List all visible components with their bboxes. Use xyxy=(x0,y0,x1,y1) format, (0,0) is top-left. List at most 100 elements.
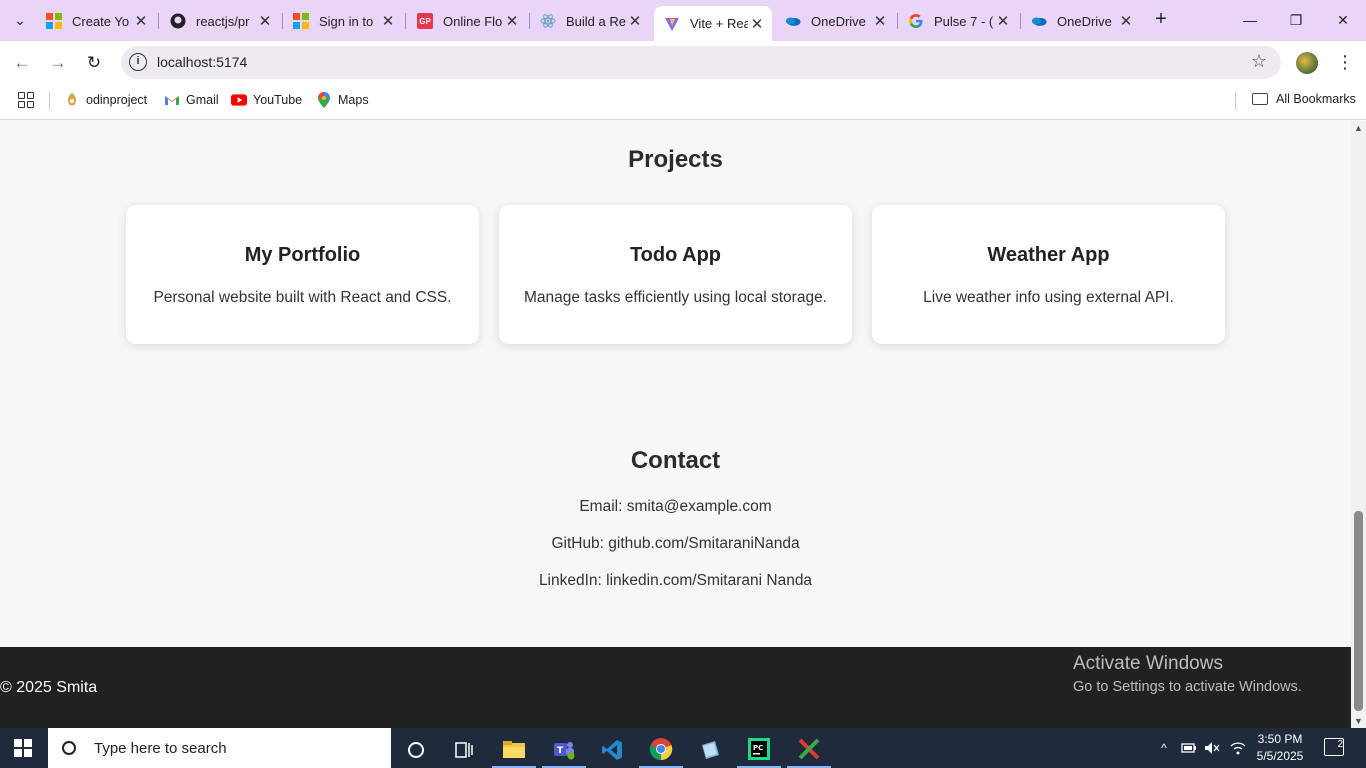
back-arrow-icon[interactable]: ← xyxy=(10,51,34,75)
tab-label: reactjs/pr xyxy=(196,13,250,29)
tab-onedrive-1[interactable]: OneDrive ✕ xyxy=(775,6,895,36)
scroll-up-arrow-icon[interactable]: ▲ xyxy=(1354,123,1363,133)
close-tab-icon[interactable]: ✕ xyxy=(132,12,150,30)
bookmark-youtube[interactable]: YouTube xyxy=(231,92,302,108)
bookmark-star-icon[interactable]: ☆ xyxy=(1251,51,1267,72)
minimize-icon[interactable]: — xyxy=(1227,8,1273,32)
scrollbar-thumb[interactable] xyxy=(1354,511,1363,711)
svg-text:T: T xyxy=(557,746,564,756)
close-tab-icon[interactable]: ✕ xyxy=(256,12,274,30)
xming-icon[interactable] xyxy=(787,732,831,768)
volume-muted-icon[interactable] xyxy=(1201,728,1223,768)
site-info-icon[interactable]: i xyxy=(129,53,147,71)
online-flowchart-icon: GP xyxy=(417,13,433,29)
restore-icon[interactable]: ❐ xyxy=(1273,8,1319,32)
microsoft-icon xyxy=(293,13,309,29)
page-scrollbar[interactable]: ▲ ▼ xyxy=(1351,121,1366,728)
notepad-icon[interactable] xyxy=(688,732,732,768)
scroll-down-arrow-icon[interactable]: ▼ xyxy=(1354,716,1363,726)
tab-label: Create Yo xyxy=(72,13,130,29)
windows-start-icon[interactable] xyxy=(14,739,32,757)
menu-kebab-icon[interactable]: ⋮ xyxy=(1336,51,1354,73)
tab-divider xyxy=(405,13,406,29)
apps-grid-icon[interactable] xyxy=(18,92,34,108)
project-card-weather: Weather App Live weather info using exte… xyxy=(872,205,1225,344)
gmail-icon xyxy=(164,92,180,108)
tab-label: OneDrive xyxy=(1057,13,1112,29)
notification-count: 2 xyxy=(1337,739,1343,750)
tab-label: Build a Re xyxy=(566,13,626,29)
contact-linkedin: LinkedIn: linkedin.com/Smitarani Nanda xyxy=(538,572,813,589)
show-hidden-icons-chevron-icon[interactable]: ^ xyxy=(1154,728,1174,768)
google-icon xyxy=(908,13,924,29)
contact-heading: Contact xyxy=(630,447,721,474)
profile-avatar[interactable] xyxy=(1296,52,1318,74)
close-tab-icon[interactable]: ✕ xyxy=(994,12,1012,30)
vscode-icon[interactable] xyxy=(590,732,634,768)
close-tab-icon[interactable]: ✕ xyxy=(871,12,889,30)
project-title: Todo App xyxy=(629,244,722,266)
onedrive-icon xyxy=(785,13,801,29)
url-text[interactable]: localhost:5174 xyxy=(157,54,247,70)
bookmark-maps[interactable]: Maps xyxy=(316,92,369,108)
project-card-todo: Todo App Manage tasks efficiently using … xyxy=(499,205,852,344)
project-description: Personal website built with React and CS… xyxy=(153,289,452,306)
all-bookmarks-label: All Bookmarks xyxy=(1276,92,1356,106)
close-window-icon[interactable]: ✕ xyxy=(1320,8,1366,32)
bookmarks-divider xyxy=(1235,92,1236,110)
reload-icon[interactable]: ↻ xyxy=(82,51,106,75)
wifi-icon[interactable] xyxy=(1226,728,1250,768)
cortana-circle-icon[interactable] xyxy=(394,732,438,768)
close-tab-icon[interactable]: ✕ xyxy=(1117,12,1135,30)
footer-copyright: © 2025 Smita xyxy=(0,679,98,696)
file-explorer-icon[interactable] xyxy=(492,732,536,768)
close-tab-icon[interactable]: ✕ xyxy=(503,12,521,30)
bookmark-gmail[interactable]: Gmail xyxy=(164,92,219,108)
tab-pulse[interactable]: Pulse 7 - ( ✕ xyxy=(898,6,1018,36)
tab-create[interactable]: Create Yo ✕ xyxy=(36,6,156,36)
tab-label: Online Flo xyxy=(443,13,503,29)
bookmarks-bar: odinproject Gmail YouTube Maps All Bookm… xyxy=(0,83,1366,120)
bookmark-label: odinproject xyxy=(86,93,148,107)
close-tab-icon[interactable]: ✕ xyxy=(379,12,397,30)
odin-icon xyxy=(64,92,80,108)
taskbar-clock[interactable]: 3:50 PM 5/5/2025 xyxy=(1250,731,1310,765)
tab-onedrive-2[interactable]: OneDrive ✕ xyxy=(1021,6,1141,36)
new-tab-plus-icon[interactable]: + xyxy=(1150,8,1172,30)
task-view-icon[interactable] xyxy=(442,732,486,768)
activate-windows-watermark: Activate Windows Go to Settings to activ… xyxy=(1073,653,1302,695)
tab-online-flowchart[interactable]: GP Online Flo ✕ xyxy=(407,6,527,36)
site-footer: © 2025 Smita Activate Windows Go to Sett… xyxy=(0,647,1351,728)
vite-icon xyxy=(664,16,680,32)
project-title: My Portfolio xyxy=(244,244,361,266)
project-description: Live weather info using external API. xyxy=(923,289,1174,306)
tab-reactjs[interactable]: reactjs/pr ✕ xyxy=(160,6,280,36)
tab-sign-in[interactable]: Sign in to ✕ xyxy=(283,6,403,36)
windows-taskbar: Type here to search T PC ^ 3:50 PM 5/5/2… xyxy=(0,728,1366,768)
search-icon xyxy=(62,741,76,755)
all-bookmarks-button[interactable]: All Bookmarks xyxy=(1252,92,1356,106)
react-icon xyxy=(540,13,556,29)
tab-search-chevron-icon[interactable]: ⌄ xyxy=(8,9,32,31)
page-content: Projects My Portfolio Personal website b… xyxy=(0,121,1351,728)
pycharm-icon[interactable]: PC xyxy=(737,732,781,768)
projects-heading: Projects xyxy=(628,146,723,173)
chrome-icon[interactable] xyxy=(639,732,683,768)
tab-vite-react[interactable]: Vite + Rea ✕ xyxy=(654,6,772,41)
taskbar-search-box[interactable]: Type here to search xyxy=(48,728,391,768)
close-tab-icon[interactable]: ✕ xyxy=(626,12,644,30)
watermark-title: Activate Windows xyxy=(1073,653,1223,674)
tab-label: Vite + Rea xyxy=(690,16,748,31)
github-icon xyxy=(170,13,186,29)
contact-github: GitHub: github.com/SmitaraniNanda xyxy=(551,535,800,552)
teams-icon[interactable]: T xyxy=(542,732,586,768)
address-bar[interactable]: i localhost:5174 ☆ xyxy=(121,46,1281,79)
watermark-subtitle: Go to Settings to activate Windows. xyxy=(1073,679,1302,695)
notification-center-icon[interactable]: 2 xyxy=(1324,738,1344,756)
close-tab-icon[interactable]: ✕ xyxy=(748,15,766,33)
tab-build-react[interactable]: Build a Re ✕ xyxy=(530,6,650,36)
bookmark-odinproject[interactable]: odinproject xyxy=(64,92,147,108)
battery-icon[interactable] xyxy=(1178,728,1200,768)
forward-arrow-icon[interactable]: → xyxy=(46,51,70,75)
browser-tab-strip: ⌄ Create Yo ✕ reactjs/pr ✕ Sign in to ✕ … xyxy=(0,0,1366,41)
